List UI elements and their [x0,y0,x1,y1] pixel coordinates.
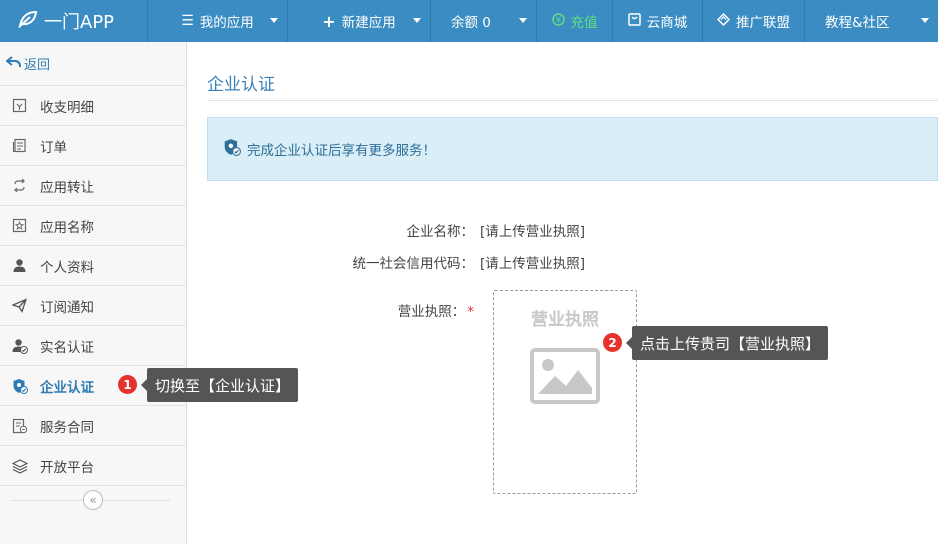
sidebar-item-app-name[interactable]: 应用名称 [0,206,186,246]
sidebar-item-profile[interactable]: 个人资料 [0,246,186,286]
license-label-wrap: 营业执照： * [187,300,480,320]
sidebar-item-label: 服务合同 [40,419,94,436]
send-icon [11,297,28,314]
license-upload-box[interactable]: 营业执照 [493,290,637,494]
layers-icon [11,457,28,474]
nav-my-apps[interactable]: ☰ 我的应用 [148,0,288,42]
sidebar-item-label: 个人资料 [40,259,94,276]
step-badge: 2 [603,333,622,352]
menu-icon: ☰ [181,13,194,29]
image-placeholder-icon [530,348,600,408]
plus-icon: + [322,11,336,31]
nav-label: 余额 0 [451,15,491,31]
sidebar-item-subscriptions[interactable]: 订阅通知 [0,286,186,326]
sidebar-item-transfer[interactable]: 应用转让 [0,166,186,206]
sidebar: 返回 收支明细 订单 应用转让 应用名称 个人资料 订阅通知 实名认证 企业认证… [0,42,187,544]
sidebar-item-label: 企业认证 [40,379,94,396]
info-alert: 完成企业认证后享有更多服务！ [207,117,938,181]
order-icon [11,137,28,154]
sidebar-item-ledger[interactable]: 收支明细 [0,86,186,126]
sidebar-item-contract[interactable]: 服务合同 [0,406,186,446]
chevron-down-icon [519,18,527,23]
user-verified-icon [11,337,28,354]
diamond-icon [716,12,731,30]
recharge-icon: ¥ [551,12,565,30]
sidebar-item-orders[interactable]: 订单 [0,126,186,166]
divider [207,100,938,101]
back-link[interactable]: 返回 [0,42,186,86]
company-name-value: [请上传营业执照] [480,224,586,240]
sidebar-item-label: 收支明细 [40,99,94,116]
form-row-company-name: 企业名称： [请上传营业执照] [187,220,586,240]
nav-new-app[interactable]: + 新建应用 [288,0,431,42]
upload-placeholder-text: 营业执照 [531,310,599,330]
nav-tutorials[interactable]: 教程&社区 [805,0,938,42]
leaf-logo-icon [18,10,44,33]
sidebar-item-label: 应用转让 [40,179,94,196]
nav-affiliate[interactable]: 推广联盟 [703,0,805,42]
license-label: 营业执照： [397,304,466,320]
form-row-credit-code: 统一社会信用代码： [请上传营业执照] [187,252,586,272]
contract-icon [11,417,28,434]
form-row-license: 营业执照： * [187,300,480,320]
company-name-label: 企业名称： [406,224,475,240]
ledger-icon [11,97,28,114]
chevron-down-icon [270,18,278,23]
sidebar-item-label: 应用名称 [40,219,94,236]
step-tooltip: 点击上传贵司【营业执照】 [625,326,829,360]
double-chevron-left-icon: « [89,493,97,507]
back-label: 返回 [24,58,51,73]
sidebar-collapse: « [0,486,186,514]
nav-cloud-store[interactable]: 云商城 [613,0,703,42]
main-content: 企业认证 完成企业认证后享有更多服务！ 企业名称： [请上传营业执照] 统一社会… [187,42,938,544]
logo-text: 一门APP [44,12,115,33]
step-tooltip: 切换至【企业认证】 [140,368,299,402]
nav-balance[interactable]: 余额 0 [431,0,537,42]
sidebar-item-label: 订单 [40,139,67,156]
shield-icon [11,377,28,394]
tooltip-text: 切换至【企业认证】 [155,376,291,395]
star-icon [11,217,28,234]
sidebar-item-label: 实名认证 [40,339,94,356]
nav-label: 教程&社区 [825,15,890,31]
step-badge: 1 [118,375,137,394]
page-title: 企业认证 [207,75,275,95]
store-icon [628,12,641,30]
nav-label: 我的应用 [199,15,254,31]
credit-code-label: 统一社会信用代码： [352,256,475,272]
nav-label: 云商城 [646,15,688,31]
sidebar-item-label: 订阅通知 [40,299,94,316]
sidebar-item-real-name[interactable]: 实名认证 [0,326,186,366]
nav-label: 新建应用 [341,15,396,31]
sidebar-item-label: 开放平台 [40,459,94,476]
tooltip-text: 点击上传贵司【营业执照】 [640,334,821,353]
credit-code-value: [请上传营业执照] [480,256,586,272]
app-logo[interactable]: 一门APP [0,0,148,42]
top-nav-bar: 一门APP ☰ 我的应用 + 新建应用 余额 0 ¥ 充值 云商城 推广联盟 教… [0,0,938,42]
collapse-sidebar-button[interactable]: « [83,490,103,510]
nav-recharge[interactable]: ¥ 充值 [537,0,613,42]
shield-icon [223,138,241,160]
alert-text: 完成企业认证后享有更多服务！ [247,143,436,159]
nav-label: 推广联盟 [736,15,790,31]
user-icon [11,257,28,274]
required-mark: * [467,304,474,320]
svg-text:¥: ¥ [555,15,560,24]
sidebar-item-open-platform[interactable]: 开放平台 [0,446,186,486]
transfer-icon [11,177,28,194]
nav-label: 充值 [570,15,598,31]
chevron-down-icon [921,18,929,23]
back-arrow-icon [5,55,21,72]
chevron-down-icon [413,18,421,23]
